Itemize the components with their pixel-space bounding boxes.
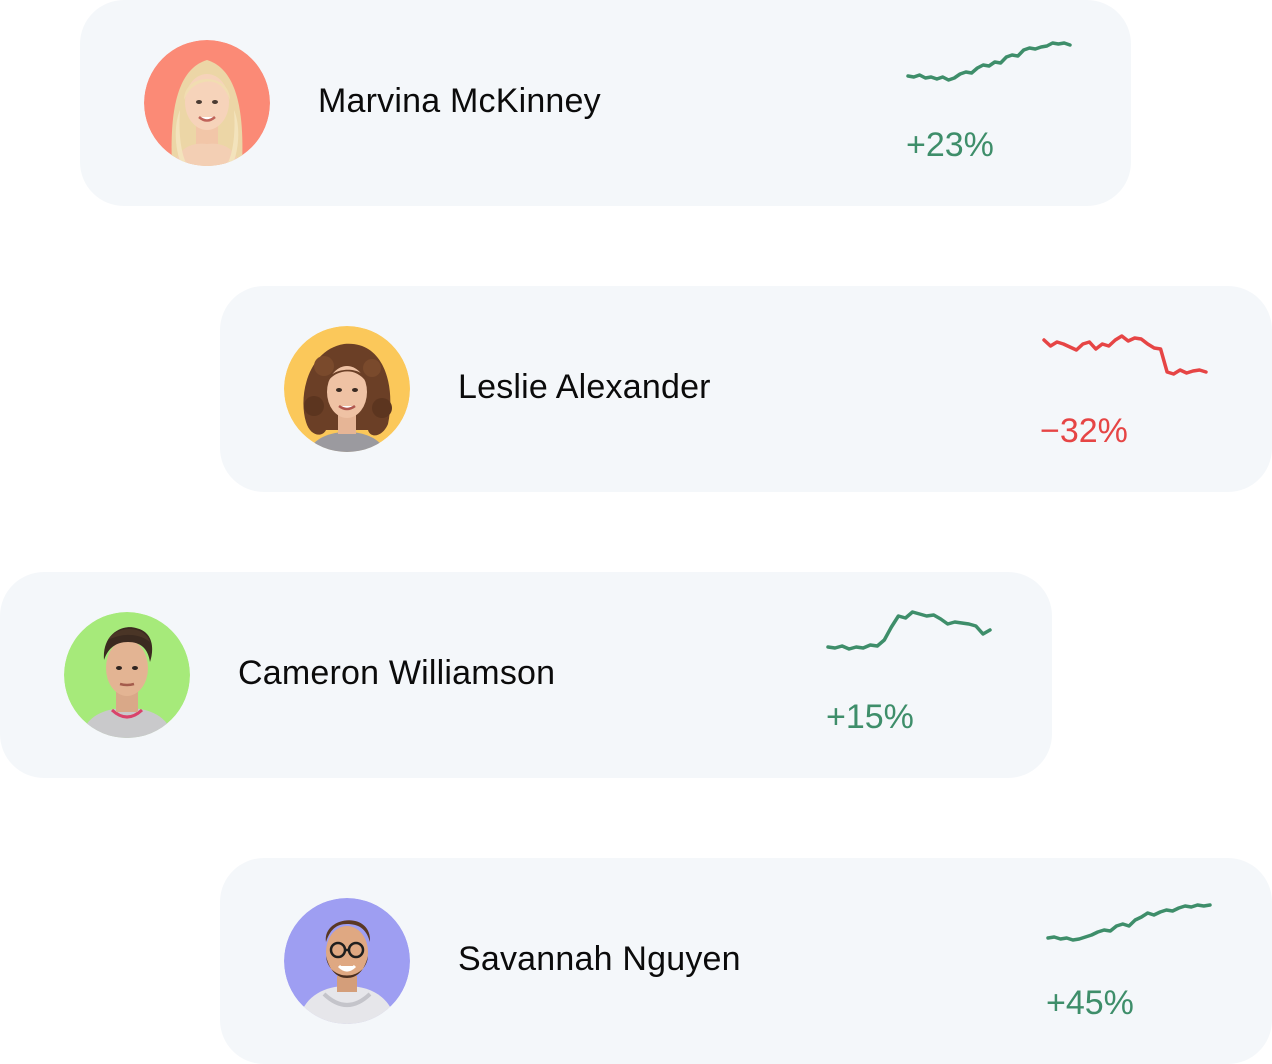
person-card[interactable]: Marvina McKinney +23% (80, 0, 1131, 206)
person-photo-icon (64, 612, 190, 738)
avatar (144, 40, 270, 166)
sparkline-chart (1046, 903, 1212, 942)
person-name: Marvina McKinney (318, 82, 601, 120)
person-photo-icon (284, 326, 410, 452)
sparkline-series (1046, 903, 1212, 942)
sparkline-series (906, 41, 1072, 82)
sparkline-series (1042, 334, 1208, 376)
avatar (64, 612, 190, 738)
change-percentage: +45% (1046, 984, 1134, 1022)
avatar (284, 326, 410, 452)
sparkline-chart (1042, 334, 1208, 376)
person-photo-icon (144, 40, 270, 166)
person-card[interactable]: Leslie Alexander −32% (220, 286, 1272, 492)
person-card[interactable]: Savannah Nguyen +45% (220, 858, 1272, 1064)
change-percentage: +15% (826, 698, 914, 736)
person-name: Cameron Williamson (238, 654, 556, 692)
person-photo-icon (284, 898, 410, 1024)
sparkline-series (826, 610, 992, 651)
avatar (284, 898, 410, 1024)
change-percentage: −32% (1040, 412, 1128, 450)
sparkline-chart (906, 41, 1072, 82)
person-name: Savannah Nguyen (458, 940, 741, 978)
person-card[interactable]: Cameron Williamson +15% (0, 572, 1052, 778)
change-percentage: +23% (906, 126, 994, 164)
sparkline-chart (826, 610, 992, 651)
person-name: Leslie Alexander (458, 368, 711, 406)
